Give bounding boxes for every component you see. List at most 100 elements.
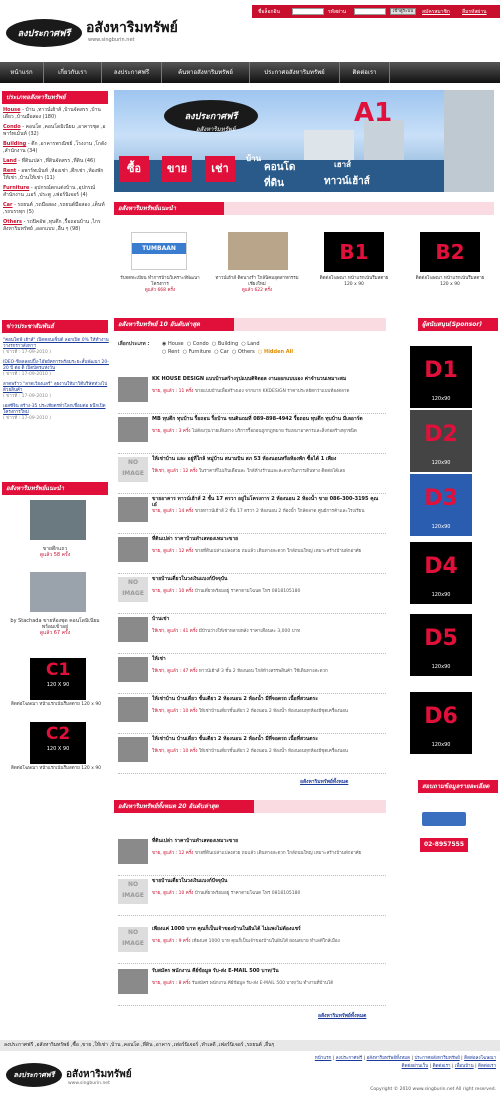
filter-others[interactable]: ○ Others xyxy=(232,349,255,355)
footer-link[interactable]: หน้าแรก xyxy=(315,1056,332,1061)
recommended-item[interactable]: ขายตึกแถว ดูแล้ว 58 ครั้ง xyxy=(5,546,105,558)
register-link[interactable]: สมัครสมาชิก xyxy=(422,8,450,16)
footer-link[interactable]: ติดต่อเรา xyxy=(433,1064,451,1069)
listing-row[interactable]: บ้านเช่า ให้เช่า, ดูแล้ว : 41 ครั้ง มีบ้า… xyxy=(118,614,386,654)
forgot-password-link[interactable]: ลืมรหัสผ่าน xyxy=(462,8,487,16)
site-logo-badge[interactable]: ลงประกาศฟรี xyxy=(6,19,82,47)
listing-thumb[interactable] xyxy=(118,497,148,522)
listing-row[interactable]: ให้เช่า ให้เช่า, ดูแล้ว : 47 ครั้ง ทาวน์เ… xyxy=(118,654,386,694)
nav-post-free[interactable]: ลงประกาศฟรี xyxy=(102,62,162,83)
top10-more-link[interactable]: อสังหาริมทรัพย์ทั้งหมด xyxy=(300,778,348,786)
news-item[interactable]: IDEO-ชิลลลอปปิ้ง-ไอ๊อย์คหารพร้อมระยะสั้น… xyxy=(3,360,109,378)
category-item[interactable]: Rent - อพาร์ทเม้นท์ ,ห้องเช่า ,ตึกเช่า ,… xyxy=(3,168,109,182)
ad-c2[interactable]: C2 120 X 90 xyxy=(30,722,86,764)
category-item[interactable]: Condo - คอนโด ,คอนโดมิเนียม ,อาคารชุด ,อ… xyxy=(3,124,109,138)
listing-row[interactable]: ที่ดินเปล่า ราคาบ้านทำเลทองเหมาะขาย ขาย, … xyxy=(118,836,386,876)
category-item[interactable]: Building - ตึก ,อาคารพาณิชย์ ,โรงงาน ,โก… xyxy=(3,141,109,155)
contact-phone[interactable]: 02-8957555 xyxy=(420,838,468,852)
banner-buy-button[interactable]: ซื้อ xyxy=(119,156,149,182)
listing-thumb[interactable] xyxy=(118,377,148,402)
ad-d6[interactable]: D6 120x90 xyxy=(410,692,472,754)
ad-b2[interactable]: B2 xyxy=(420,232,480,272)
filter-furniture[interactable]: ○ Furniture xyxy=(183,349,211,355)
ad-d5[interactable]: D5 120x90 xyxy=(410,614,472,676)
filter-hidden-all[interactable]: ○ Hidden All xyxy=(258,349,293,355)
listing-row[interactable]: NO IMAGE ขายบ้านเดี่ยวในวงเงินแบงก์ปัจจุบั… xyxy=(118,876,386,916)
featured-image[interactable] xyxy=(228,232,288,270)
password-input[interactable] xyxy=(354,8,386,15)
listing-row[interactable]: ที่ดินเปล่า ราคาบ้านทำเลทองเหมาะขาย ขาย, … xyxy=(118,534,386,574)
listing-thumb[interactable] xyxy=(118,537,148,562)
ad-d1[interactable]: D1 120x90 xyxy=(410,346,472,408)
ad-d3[interactable]: D3 120x90 xyxy=(410,474,472,536)
listing-thumb[interactable] xyxy=(118,697,148,722)
listing-thumb[interactable] xyxy=(118,417,148,442)
listing-thumb[interactable]: NO IMAGE xyxy=(118,879,148,904)
nav-about[interactable]: เกี่ยวกับเรา xyxy=(44,62,102,83)
nav-contact[interactable]: ติดต่อเรา xyxy=(340,62,390,83)
footer-link[interactable]: ประกาศอสังหาริมทรัพย์ xyxy=(414,1056,459,1061)
ad-b1[interactable]: B1 xyxy=(324,232,384,272)
listing-thumb[interactable]: NO IMAGE xyxy=(118,457,148,482)
listing-thumb[interactable] xyxy=(118,737,148,762)
footer-link[interactable]: ติดต่อลงโฆษณา xyxy=(464,1056,496,1061)
filter-building[interactable]: ○ Building xyxy=(212,341,238,347)
listing-thumb[interactable] xyxy=(118,657,148,682)
footer-link[interactable]: ติดต่อเรา xyxy=(478,1064,496,1069)
listing-thumb[interactable] xyxy=(118,839,148,864)
category-item[interactable]: Others - รถปิคอัพ ,ทุบตึก ,รื้อถอนบ้าน ,… xyxy=(3,219,109,233)
footer-link[interactable]: ติดต่อผ่านเว็บ xyxy=(402,1064,429,1069)
hero-banner[interactable]: ลงประกาศฟรี อสังหาริมทรัพย์ A1 ซื้อ ขาย … xyxy=(114,90,494,192)
featured-image[interactable]: TUMBAAN xyxy=(131,232,187,270)
filter-rent[interactable]: ○ Rent xyxy=(162,349,179,355)
category-item[interactable]: House - บ้าน ,ทาวน์เฮ้าส์ ,บ้านจัดสรร ,บ… xyxy=(3,107,109,121)
filter-land[interactable]: ○ Land xyxy=(241,341,259,347)
listing-thumb[interactable]: NO IMAGE xyxy=(118,927,148,952)
listing-thumb[interactable] xyxy=(118,617,148,642)
listing-row[interactable]: NO IMAGE ให้เช่าบ้าน และ อยู่ที่ใกล้ หมู่บ… xyxy=(118,454,386,494)
filter-car[interactable]: ○ Car xyxy=(214,349,229,355)
banner-rent-button[interactable]: เช่า xyxy=(205,156,235,182)
top20-more-link[interactable]: อสังหาริมทรัพย์ทั้งหมด xyxy=(318,1012,366,1020)
contact-icon[interactable] xyxy=(422,812,466,826)
listing-row[interactable]: NO IMAGE ขายบ้านเดี่ยวในวงเงินแบงก์ปัจจุบั… xyxy=(118,574,386,614)
nav-search[interactable]: ค้นหาอสังหาริมทรัพย์ xyxy=(162,62,250,83)
nav-home[interactable]: หน้าแรก xyxy=(0,62,44,83)
filter-house[interactable]: ◉ House xyxy=(162,341,184,347)
ad-d4[interactable]: D4 120x90 xyxy=(410,542,472,604)
news-header: ข่าวประชาสัมพันธ์ xyxy=(2,320,108,333)
news-item[interactable]: เอสซีจิน สร้าง-35 ประเทียตรทั่วโลกเชื่อม… xyxy=(3,404,109,422)
category-item[interactable]: Car - รถยนต์ ,รถมือสอง ,รถยนต์มือสอง ,เต… xyxy=(3,202,109,216)
news-item[interactable]: "คอนโดฟ์ เฮ้าส์" เปิดคอนเซ็ปต์ ลอกเปิด 0… xyxy=(3,338,109,356)
listing-row[interactable]: KK HOUSE DESIGN แบบบ้านสร้างรูปแบบดิจิตอ… xyxy=(118,374,386,414)
listing-row[interactable]: MB ทุบตึก ทุบบ้าน รื้อถอน รื้อบ้าน ขนดิน… xyxy=(118,414,386,454)
listing-thumb[interactable]: NO IMAGE xyxy=(118,577,148,602)
listing-row[interactable]: ให้เช่าบ้าน บ้านเดี่ยว ชั้นเดียว 2 ห้องน… xyxy=(118,694,386,734)
login-button[interactable]: เข้าสู่ระบบ xyxy=(390,8,416,15)
footer-logo-badge[interactable]: ลงประกาศฟรี xyxy=(6,1063,62,1087)
listing-thumb[interactable] xyxy=(118,969,148,994)
ad-c1[interactable]: C1 120 X 90 xyxy=(30,658,86,700)
featured-item[interactable]: รับจดทะเบียน ทำการบ้านวิเคราะห์พัฒนาโครง… xyxy=(118,276,202,294)
news-item[interactable]: ลาดพร้าว "ลาดเวียงแลร์" ลุยงานให้มาวิดีบ… xyxy=(3,382,109,400)
featured-item[interactable]: ทาวน์เฮ้าส์ ติดนางรำ ใกล้นิคมอุตสาหกรรมเ… xyxy=(212,276,302,294)
listing-row[interactable]: รับสมัคร พนักงาน คีย์ข้อมูล รับ-ส่ง E-MA… xyxy=(118,966,386,1006)
footer-logo-title[interactable]: อสังหาริมทรัพย์ xyxy=(66,1067,132,1082)
nav-listings[interactable]: ประกาศอสังหาริมทรัพย์ xyxy=(250,62,340,83)
recommended-image[interactable] xyxy=(30,572,86,612)
category-item[interactable]: Land - ที่ดินเปล่า ,ที่ดินจัดสรร ,ที่ดิน… xyxy=(3,158,109,165)
recommended-image[interactable] xyxy=(30,500,86,540)
filter-condo[interactable]: ○ Condo xyxy=(187,341,209,347)
category-item[interactable]: Furniture - อุปกรณ์ตกแต่งบ้าน ,อุปกรณ์สำ… xyxy=(3,185,109,199)
site-logo-title[interactable]: อสังหาริมทรัพย์ xyxy=(86,17,178,39)
ad-d2[interactable]: D2 120x90 xyxy=(410,410,472,472)
recommended-item[interactable]: by Stachada ขายห้องชุด คอนโดมิเนียมพร้อม… xyxy=(5,618,105,636)
banner-sell-button[interactable]: ขาย xyxy=(162,156,192,182)
listing-row[interactable]: ขายอาคาร ทาวน์เฮ้าส์ 2 ชั้น 17 ตรวา อยู่… xyxy=(118,494,386,534)
footer-link[interactable]: ลงประกาศฟรี xyxy=(336,1056,362,1061)
listing-row[interactable]: NO IMAGE เพียงแค่ 1000 บาท คุณก็เป็นเจ้าขอ… xyxy=(118,924,386,964)
footer-link[interactable]: อสังหาริมทรัพย์ทั้งหมด xyxy=(367,1056,411,1061)
listing-row[interactable]: ให้เช่าบ้าน บ้านเดี่ยว ชั้นเดียว 2 ห้องน… xyxy=(118,734,386,774)
username-input[interactable] xyxy=(292,8,324,15)
footer-link[interactable]: เพื่อนบ้าน xyxy=(455,1064,474,1069)
